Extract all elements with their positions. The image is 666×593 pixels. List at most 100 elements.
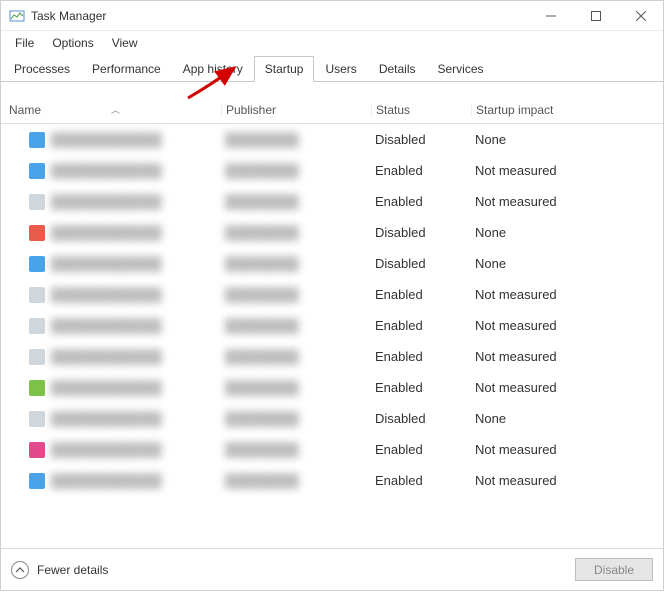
table-row[interactable]: ████████████████████EnabledNot measured: [1, 279, 663, 310]
cell-impact: Not measured: [471, 349, 591, 364]
cell-impact: Not measured: [471, 194, 591, 209]
cell-publisher-text: ████████: [225, 287, 299, 302]
cell-status: Disabled: [371, 411, 471, 426]
cell-name-text: ████████████: [51, 194, 162, 209]
table-row[interactable]: ████████████████████EnabledNot measured: [1, 372, 663, 403]
cell-impact: None: [471, 225, 591, 240]
tab-users[interactable]: Users: [314, 56, 367, 82]
menu-options[interactable]: Options: [44, 33, 101, 53]
cell-impact: Not measured: [471, 380, 591, 395]
app-icon: [9, 8, 25, 24]
table-row[interactable]: ████████████████████DisabledNone: [1, 248, 663, 279]
menu-view[interactable]: View: [104, 33, 146, 53]
task-manager-window: Task Manager File Options View Processes…: [0, 0, 664, 591]
cell-impact: Not measured: [471, 287, 591, 302]
cell-name-text: ████████████: [51, 442, 162, 457]
cell-publisher-text: ████████: [225, 442, 299, 457]
cell-publisher-text: ████████: [225, 194, 299, 209]
table-row[interactable]: ████████████████████EnabledNot measured: [1, 341, 663, 372]
app-row-icon: [29, 256, 45, 272]
tab-app-history[interactable]: App history: [172, 56, 254, 82]
app-row-icon: [29, 194, 45, 210]
cell-publisher-text: ████████: [225, 349, 299, 364]
cell-impact: Not measured: [471, 442, 591, 457]
column-header-publisher[interactable]: Publisher: [221, 103, 371, 117]
close-button[interactable]: [618, 1, 663, 31]
app-row-icon: [29, 225, 45, 241]
titlebar: Task Manager: [1, 1, 663, 31]
cell-status: Disabled: [371, 256, 471, 271]
table-row[interactable]: ████████████████████DisabledNone: [1, 217, 663, 248]
cell-status: Enabled: [371, 287, 471, 302]
sort-ascending-icon: ︿: [111, 103, 120, 116]
cell-name-text: ████████████: [51, 473, 162, 488]
cell-status: Enabled: [371, 349, 471, 364]
cell-publisher-text: ████████: [225, 380, 299, 395]
menubar: File Options View: [1, 31, 663, 55]
cell-publisher-text: ████████: [225, 225, 299, 240]
cell-status: Enabled: [371, 194, 471, 209]
minimize-button[interactable]: [528, 1, 573, 31]
cell-status: Enabled: [371, 318, 471, 333]
cell-impact: Not measured: [471, 473, 591, 488]
cell-status: Disabled: [371, 132, 471, 147]
cell-publisher-text: ████████: [225, 163, 299, 178]
table-row[interactable]: ████████████████████EnabledNot measured: [1, 155, 663, 186]
column-header-name[interactable]: Name ︿: [1, 103, 221, 117]
column-header-name-label: Name: [9, 103, 41, 117]
app-row-icon: [29, 411, 45, 427]
chevron-up-icon: [11, 561, 29, 579]
fewer-details-label: Fewer details: [37, 563, 108, 577]
cell-publisher-text: ████████: [225, 132, 299, 147]
cell-status: Enabled: [371, 163, 471, 178]
cell-publisher-text: ████████: [225, 318, 299, 333]
app-row-icon: [29, 287, 45, 303]
tab-processes[interactable]: Processes: [3, 56, 81, 82]
menu-file[interactable]: File: [7, 33, 42, 53]
app-row-icon: [29, 132, 45, 148]
cell-impact: None: [471, 411, 591, 426]
table-row[interactable]: ████████████████████DisabledNone: [1, 124, 663, 155]
footer: Fewer details Disable: [1, 548, 663, 590]
cell-name-text: ████████████: [51, 411, 162, 426]
cell-status: Enabled: [371, 442, 471, 457]
cell-status: Enabled: [371, 380, 471, 395]
tab-details[interactable]: Details: [368, 56, 427, 82]
cell-name-text: ████████████: [51, 287, 162, 302]
disable-button[interactable]: Disable: [575, 558, 653, 581]
cell-status: Disabled: [371, 225, 471, 240]
cell-status: Enabled: [371, 473, 471, 488]
table-row[interactable]: ████████████████████EnabledNot measured: [1, 465, 663, 496]
maximize-button[interactable]: [573, 1, 618, 31]
cell-impact: Not measured: [471, 163, 591, 178]
cell-impact: None: [471, 256, 591, 271]
table-row[interactable]: ████████████████████EnabledNot measured: [1, 434, 663, 465]
app-row-icon: [29, 442, 45, 458]
cell-name-text: ████████████: [51, 132, 162, 147]
table-row[interactable]: ████████████████████EnabledNot measured: [1, 310, 663, 341]
cell-publisher-text: ████████: [225, 411, 299, 426]
startup-list: ████████████████████DisabledNone████████…: [1, 124, 663, 548]
cell-name-text: ████████████: [51, 349, 162, 364]
cell-impact: None: [471, 132, 591, 147]
column-headers: Name ︿ Publisher Status Startup impact: [1, 96, 663, 124]
table-row[interactable]: ████████████████████DisabledNone: [1, 403, 663, 434]
app-row-icon: [29, 349, 45, 365]
cell-name-text: ████████████: [51, 256, 162, 271]
cell-name-text: ████████████: [51, 318, 162, 333]
app-row-icon: [29, 163, 45, 179]
column-header-status[interactable]: Status: [371, 103, 471, 117]
fewer-details-button[interactable]: Fewer details: [11, 561, 108, 579]
table-row[interactable]: ████████████████████EnabledNot measured: [1, 186, 663, 217]
tab-strip: Processes Performance App history Startu…: [1, 55, 663, 82]
app-row-icon: [29, 473, 45, 489]
app-row-icon: [29, 380, 45, 396]
cell-publisher-text: ████████: [225, 256, 299, 271]
tab-startup[interactable]: Startup: [254, 56, 315, 82]
cell-name-text: ████████████: [51, 225, 162, 240]
tab-services[interactable]: Services: [427, 56, 495, 82]
tab-performance[interactable]: Performance: [81, 56, 172, 82]
cell-name-text: ████████████: [51, 163, 162, 178]
cell-impact: Not measured: [471, 318, 591, 333]
column-header-impact[interactable]: Startup impact: [471, 103, 591, 117]
